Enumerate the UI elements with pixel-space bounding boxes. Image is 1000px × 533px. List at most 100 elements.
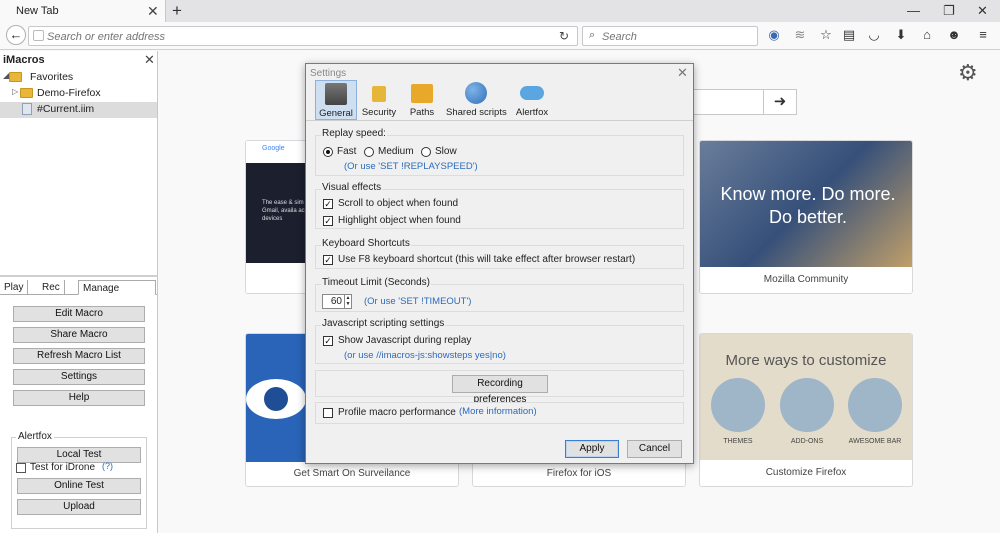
window-close-icon[interactable]: ✕	[977, 3, 988, 19]
highlight-object-label: Highlight object when found	[338, 215, 461, 226]
highlight-object-checkbox[interactable]: ✓	[323, 216, 333, 226]
settings-button[interactable]: Settings	[13, 369, 145, 385]
more-information-link[interactable]: (More information)	[459, 406, 537, 417]
url-input[interactable]	[47, 29, 547, 44]
radio-medium[interactable]	[364, 147, 374, 157]
bookmarks-list-icon[interactable]: ▤	[841, 27, 857, 43]
tab-security[interactable]: Security	[360, 80, 398, 120]
tree-item-label: #Current.iim	[37, 103, 95, 115]
sidebar-tabs: Play Rec Manage	[0, 280, 157, 295]
idrone-help-link[interactable]: (?)	[102, 461, 113, 471]
tree-item-current-iim[interactable]: #Current.iim	[0, 102, 157, 118]
dialog-title: Settings	[310, 68, 347, 79]
tile-label: Firefox for iOS	[473, 462, 685, 486]
timeout-hint: (Or use 'SET !TIMEOUT')	[364, 296, 472, 307]
tab-paths[interactable]: Paths	[404, 80, 440, 120]
awesome-bar-label: AWESOME BAR	[848, 438, 902, 445]
spinner-arrows-icon[interactable]: ▲ ▼	[344, 295, 351, 308]
javascript-settings-group: Javascript scripting settings ✓ Show Jav…	[315, 318, 684, 364]
timeout-spinner[interactable]: 60 ▲ ▼	[322, 294, 352, 309]
scroll-to-object-checkbox[interactable]: ✓	[323, 199, 333, 209]
tab-label: Shared scripts	[446, 107, 507, 118]
radio-slow[interactable]	[421, 147, 431, 157]
new-tab-plus-icon[interactable]: +	[172, 1, 182, 21]
local-test-button[interactable]: Local Test	[17, 447, 141, 463]
bookmark-star-icon[interactable]: ☆	[818, 27, 834, 43]
addons-label: ADD-ONS	[790, 438, 824, 445]
imacros-icon[interactable]: ◉	[766, 27, 782, 43]
recording-preferences-button[interactable]: Recording preferences	[452, 375, 548, 405]
tree-item-favorites[interactable]: ◢ Favorites	[0, 70, 157, 86]
test-for-idrone-checkbox[interactable]	[16, 463, 26, 473]
show-javascript-label: Show Javascript during replay	[338, 335, 472, 346]
search-input[interactable]	[602, 29, 752, 44]
upload-button[interactable]: Upload	[17, 499, 141, 515]
edit-macro-button[interactable]: Edit Macro	[13, 306, 145, 322]
hello-chat-icon[interactable]: ☻	[946, 27, 962, 42]
timeout-limit-group: Timeout Limit (Seconds) 60 ▲ ▼ (Or use 'S…	[315, 277, 684, 312]
tile-label: Get Smart On Surveilance	[246, 462, 458, 486]
downloads-icon[interactable]: ⬇	[893, 27, 909, 43]
folder-icon	[20, 88, 33, 98]
show-javascript-checkbox[interactable]: ✓	[323, 336, 333, 346]
tab-play[interactable]: Play	[0, 280, 29, 295]
f8-shortcut-checkbox[interactable]: ✓	[323, 255, 333, 265]
replay-speed-title: Replay speed:	[321, 128, 387, 139]
pocket-icon[interactable]: ◡	[866, 27, 882, 43]
f8-shortcut-label: Use F8 keyboard shortcut (this will take…	[338, 254, 636, 265]
rss-icon[interactable]: ≋	[792, 27, 808, 43]
tab-new-tab[interactable]: New Tab ✕	[0, 0, 166, 22]
radio-fast[interactable]	[323, 147, 333, 157]
tab-label: General	[319, 108, 353, 119]
settings-dialog: Settings ✕ General Security Paths Shared…	[305, 63, 694, 464]
tab-alertfox[interactable]: Alertfox	[512, 80, 552, 120]
share-macro-button[interactable]: Share Macro	[13, 327, 145, 343]
tile-customize-firefox[interactable]: More ways to customize THEMES ADD-ONS AW…	[699, 333, 913, 487]
replay-speed-hint: (Or use 'SET !REPLAYSPEED')	[344, 161, 478, 172]
visual-effects-group: Visual effects ✓ Scroll to object when f…	[315, 182, 684, 229]
collapsed-twisty-icon[interactable]: ▷	[12, 87, 18, 96]
tile-mozilla-community[interactable]: Know more. Do more. Do better. Mozilla C…	[699, 140, 913, 294]
tab-close-icon[interactable]: ✕	[147, 3, 159, 20]
tab-label: Paths	[409, 107, 435, 118]
sidebar-close-icon[interactable]: ✕	[144, 52, 155, 68]
paths-folder-icon	[411, 84, 433, 103]
alertfox-cloud-icon	[520, 86, 544, 100]
minimize-icon[interactable]: —	[907, 3, 920, 18]
tab-general[interactable]: General	[315, 80, 357, 120]
alertfox-group-title: Alertfox	[16, 431, 54, 442]
tree-item-demo-firefox[interactable]: ▷ Demo-Firefox	[0, 86, 157, 102]
apply-button[interactable]: Apply	[565, 440, 619, 458]
newtab-settings-gear-icon[interactable]: ⚙	[958, 60, 978, 86]
mozilla-slogan: Know more. Do more. Do better.	[720, 184, 896, 227]
tab-manage[interactable]: Manage	[78, 280, 156, 295]
tile-label: Mozilla Community	[700, 267, 912, 293]
reload-icon[interactable]: ↻	[559, 29, 569, 43]
back-arrow-icon[interactable]: ←	[6, 25, 26, 45]
profile-performance-checkbox[interactable]	[323, 408, 333, 418]
menu-hamburger-icon[interactable]: ≡	[975, 27, 991, 42]
online-test-button[interactable]: Online Test	[17, 478, 141, 494]
tab-rec[interactable]: Rec	[38, 280, 65, 295]
help-button[interactable]: Help	[13, 390, 145, 406]
newtab-search-go-icon[interactable]: ➜	[763, 89, 797, 115]
restore-icon[interactable]: ❐	[943, 3, 955, 19]
general-sliders-icon	[325, 83, 347, 105]
themes-label: THEMES	[723, 438, 753, 445]
customize-heading: More ways to customize	[725, 352, 887, 369]
tile-thumbnail: More ways to customize THEMES ADD-ONS AW…	[700, 334, 912, 462]
shared-scripts-people-icon	[465, 82, 487, 104]
newtab-search-field[interactable]	[693, 89, 763, 115]
url-bar[interactable]: ↻	[28, 26, 578, 46]
replay-speed-group: Replay speed: Fast Medium Slow (Or use '…	[315, 128, 684, 176]
home-icon[interactable]: ⌂	[919, 27, 935, 42]
search-bar[interactable]: ⌕	[582, 26, 758, 46]
tile-label: Customize Firefox	[700, 460, 912, 486]
refresh-macro-list-button[interactable]: Refresh Macro List	[13, 348, 145, 364]
tab-label: Security	[361, 107, 397, 118]
tab-label: Alertfox	[515, 107, 549, 118]
tab-shared-scripts[interactable]: Shared scripts	[446, 80, 507, 120]
cancel-button[interactable]: Cancel	[627, 440, 682, 458]
dialog-tab-toolbar: General Security Paths Shared scripts Al…	[306, 79, 693, 121]
sidebar-splitter[interactable]	[0, 275, 157, 277]
